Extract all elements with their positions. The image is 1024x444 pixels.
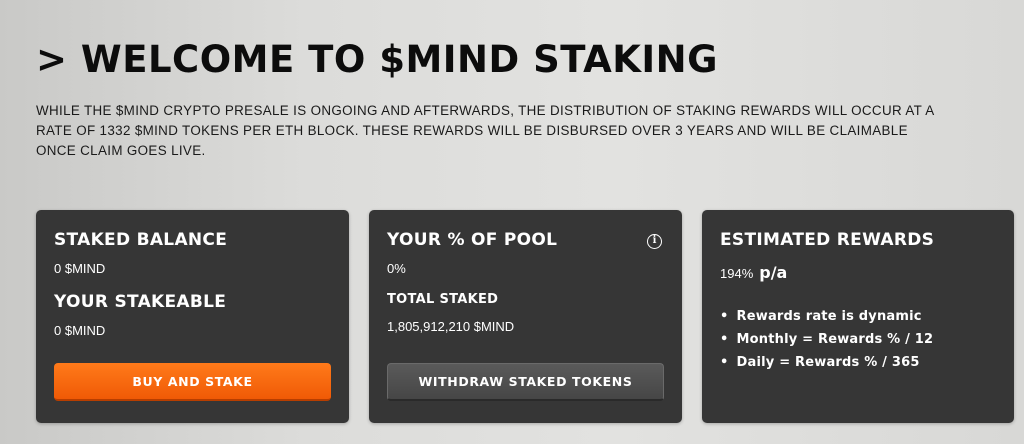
list-item: Daily = Rewards % / 365 [720,351,933,374]
pool-share-title: YOUR % OF POOL [387,230,558,250]
reward-rate-unit: p/a [759,263,788,282]
staked-balance-value: 0 $MIND [54,261,106,276]
page-title: > WELCOME TO $MIND STAKING [36,38,719,81]
total-staked-value: 1,805,912,210 $MIND [387,319,515,334]
withdraw-staked-tokens-button[interactable]: WITHDRAW STAKED TOKENS [387,363,664,401]
rewards-info-list: Rewards rate is dynamic Monthly = Reward… [720,305,934,374]
reward-rate-value: 194% [720,266,754,281]
pool-share-value: 0% [387,261,406,276]
staked-balance-card: STAKED BALANCE 0 $MIND YOUR STAKEABLE 0 … [36,210,349,423]
list-item: Rewards rate is dynamic [720,305,933,328]
estimated-rewards-title: ESTIMATED REWARDS [720,230,935,250]
info-icon[interactable]: i [647,234,662,249]
list-item: Monthly = Rewards % / 12 [720,328,934,351]
stakeable-title: YOUR STAKEABLE [54,292,227,312]
total-staked-title: TOTAL STAKED [387,292,499,307]
estimated-rewards-card: ESTIMATED REWARDS 194% p/a Rewards rate … [702,210,1014,423]
buy-and-stake-button[interactable]: BUY AND STAKE [54,363,331,401]
stakeable-value: 0 $MIND [54,323,106,338]
reward-rate: 194% p/a [720,263,787,282]
staked-balance-title: STAKED BALANCE [54,230,228,250]
intro-text: WHILE THE $MIND CRYPTO PRESALE IS ONGOIN… [36,103,934,158]
pool-share-card: YOUR % OF POOL i 0% TOTAL STAKED 1,805,9… [369,210,682,423]
